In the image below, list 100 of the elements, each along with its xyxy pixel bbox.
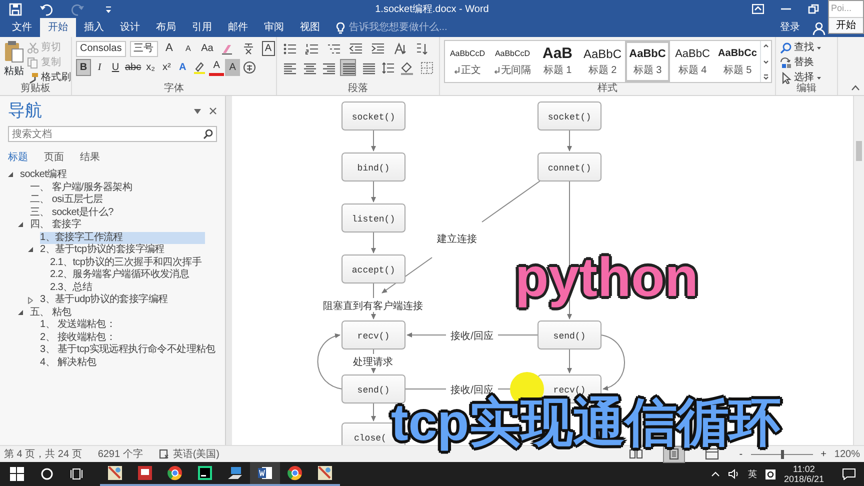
ribbon-tab[interactable]: 开始 <box>40 18 76 37</box>
tray-chevron-icon[interactable] <box>710 471 720 477</box>
font-tool-button[interactable]: A <box>180 40 196 57</box>
proofing-icon[interactable] <box>158 449 169 459</box>
navigation-tab[interactable]: 标题 <box>8 150 28 165</box>
outline-item[interactable]: 1、 发送端粘包： <box>40 319 118 332</box>
outline-item[interactable]: 3、 基于tcp实现远程执行命令不处理粘包 <box>40 344 218 356</box>
font-tool-button[interactable]: A <box>162 40 177 57</box>
font-tool-button[interactable]: A <box>260 40 276 57</box>
start-button[interactable]: 开始 <box>829 18 863 32</box>
more-styles-icon[interactable] <box>761 72 771 82</box>
ribbon-tab[interactable]: 布局 <box>148 18 184 37</box>
font-tool-button[interactable]: A <box>225 59 240 76</box>
style-option[interactable]: AaBbC 标题 4 <box>670 41 715 82</box>
outline-item[interactable]: 2.3、总结 <box>50 282 94 294</box>
ribbon-tab[interactable]: 引用 <box>184 18 220 37</box>
input-method-indicator[interactable]: 英 <box>748 469 757 479</box>
zoom-out-button[interactable]: - <box>739 446 743 462</box>
paste-button[interactable]: 粘贴 <box>4 40 24 83</box>
outline-item[interactable]: 2.1、tcp协议的三次握手和四次挥手 <box>50 256 204 269</box>
style-option[interactable]: AaBbC 标题 3 <box>625 41 670 82</box>
outline-item[interactable]: 三、 socket是什么? <box>30 206 116 219</box>
style-option[interactable]: AaBbCcD 无间隔 <box>490 41 535 82</box>
font-size-field[interactable]: 三号 <box>130 40 158 56</box>
arrow <box>567 348 572 374</box>
ribbon-tab[interactable]: 文件 <box>4 18 40 37</box>
outline-item[interactable]: 3、基于udp协议的套接字编程 <box>40 294 170 306</box>
outline-item[interactable]: 2、 接收端粘包： <box>40 332 118 344</box>
zoom-in-button[interactable]: + <box>820 446 826 462</box>
sign-in-link[interactable]: 登录 <box>772 18 808 37</box>
close-icon[interactable] <box>209 107 217 115</box>
navigation-tab[interactable]: 页面 <box>44 150 64 165</box>
style-option[interactable]: AaB 标题 1 <box>535 41 580 82</box>
navigation-tab[interactable]: 结果 <box>80 150 100 165</box>
pane-options-icon[interactable] <box>194 108 201 114</box>
document-search-field[interactable]: 搜索文档 <box>8 126 217 142</box>
outline-item[interactable]: 4、 解决粘包 <box>40 356 98 369</box>
enclosed-character-icon[interactable] <box>242 60 258 75</box>
outline-item[interactable]: 五、 粘包 <box>30 306 74 319</box>
editing-button[interactable]: 查找 <box>780 40 833 55</box>
style-option[interactable]: AaBbC 标题 2 <box>580 41 625 82</box>
ribbon-tab[interactable]: 设计 <box>112 18 148 37</box>
replace-icon <box>780 56 792 68</box>
speaker-icon[interactable] <box>728 469 740 479</box>
outline-item[interactable]: 四、 套接字 <box>30 219 83 232</box>
word-count[interactable]: 6291 个字 <box>98 446 143 462</box>
style-option[interactable]: AaBbCc 标题 5 <box>715 41 760 82</box>
vertical-scrollbar[interactable] <box>853 96 864 445</box>
expanded-triangle-icon[interactable] <box>28 247 34 254</box>
font-tool-button[interactable]: x² <box>159 59 174 76</box>
font-tool-button[interactable]: B <box>76 59 91 76</box>
save-icon[interactable] <box>8 2 23 16</box>
tray-app-icon[interactable] <box>764 468 776 480</box>
task-view-icon[interactable] <box>70 467 84 481</box>
clock[interactable]: 11:02 2018/6/21 <box>784 464 824 484</box>
font-tool-button[interactable]: Aa <box>200 40 215 57</box>
tell-me-field[interactable]: 告诉我您想要做什么... <box>349 20 474 35</box>
font-tool-button[interactable]: abc <box>124 59 142 76</box>
undo-icon[interactable] <box>39 2 54 16</box>
browser-icon <box>167 465 183 481</box>
ribbon-tab[interactable]: 视图 <box>292 18 328 37</box>
paragraph-tool-button[interactable] <box>419 59 435 76</box>
notification-icon[interactable] <box>842 468 856 480</box>
ribbon-display-icon[interactable] <box>752 4 764 14</box>
paragraph-tool-button[interactable] <box>340 59 356 76</box>
outline-item[interactable]: socket编程 <box>20 169 69 182</box>
ribbon-tab[interactable]: 邮件 <box>220 18 256 37</box>
page-count[interactable]: 第 4 页，共 24 页 <box>4 446 82 462</box>
search-icon[interactable] <box>40 467 54 481</box>
outline-item[interactable]: 二、 osi五层七层 <box>30 194 105 206</box>
start-icon[interactable] <box>10 467 24 481</box>
collapsed-triangle-icon[interactable] <box>28 296 33 304</box>
taskbar-app[interactable] <box>250 462 280 486</box>
language-indicator[interactable]: 英语(美国) <box>172 446 220 462</box>
font-name-field[interactable]: Consolas <box>76 40 126 56</box>
font-tool-button[interactable]: U <box>108 59 123 76</box>
highlighter-icon[interactable] <box>192 60 208 75</box>
collapse-ribbon-icon[interactable] <box>851 84 860 91</box>
outline-item[interactable]: 2、基于tcp协议的套接字编程 <box>40 244 166 256</box>
outline-item[interactable]: 2.2、服务端客户端循环收发消息 <box>50 269 192 282</box>
flowchart-node: send() <box>538 320 602 350</box>
style-option[interactable]: AaBbCcD 正文 <box>445 41 490 82</box>
search-icon[interactable] <box>203 129 213 139</box>
zoom-level[interactable]: 120% <box>834 446 860 462</box>
expanded-triangle-icon[interactable] <box>18 310 24 316</box>
font-tool-button[interactable]: A <box>175 59 190 76</box>
restore-icon[interactable] <box>808 4 820 14</box>
outline-item[interactable]: 1、套接字工作流程 <box>40 232 205 244</box>
bullet-list-icon <box>283 42 297 56</box>
editing-button[interactable]: 替换 <box>780 55 833 70</box>
share-person-icon[interactable] <box>812 21 826 35</box>
read-mode-icon <box>629 448 644 460</box>
expanded-triangle-icon[interactable] <box>18 222 24 228</box>
expanded-triangle-icon[interactable] <box>8 172 14 178</box>
ribbon-tab[interactable]: 插入 <box>76 18 112 37</box>
outline-item[interactable]: 一、 客户端/服务器架构 <box>30 182 134 194</box>
line-spacing-icon <box>380 60 395 74</box>
font-tool-button[interactable]: x₂ <box>143 59 158 76</box>
ribbon-tab[interactable]: 审阅 <box>256 18 292 37</box>
font-tool-button[interactable]: I <box>92 59 107 76</box>
